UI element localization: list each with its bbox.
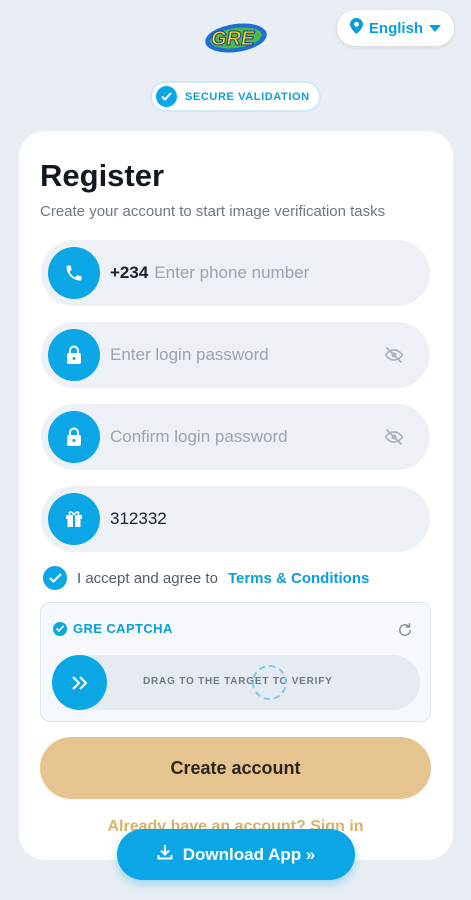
download-icon [157,844,173,865]
lock-icon [48,329,100,381]
phone-field[interactable]: +234 Enter phone number [41,240,430,306]
download-label: Download App » [182,844,316,864]
location-pin-icon [349,18,363,38]
secure-validation-badge: SECURE VALIDATION [150,81,321,112]
confirm-password-field[interactable]: Confirm login password [41,404,430,470]
password-placeholder: Enter login password [110,345,269,364]
drag-target [252,665,287,700]
confirm-password-placeholder: Confirm login password [110,427,288,446]
eye-off-icon[interactable] [384,427,404,447]
terms-checkbox[interactable] [43,566,67,590]
language-label: English [368,19,424,37]
terms-link[interactable]: Terms & Conditions [228,570,369,587]
gift-icon [48,493,100,545]
eye-off-icon[interactable] [384,345,404,365]
double-chevron-right-icon [71,675,87,690]
captcha-title: GRE CAPTCHA [73,621,173,636]
phone-placeholder: Enter phone number [154,263,310,282]
page-title: Register [40,158,165,193]
country-code[interactable]: +234 [110,263,148,282]
download-app-button[interactable]: Download App » [117,829,355,880]
captcha-panel: GRE CAPTCHA DRAG TO THE TARGET TO VERIFY [40,602,431,722]
password-field[interactable]: Enter login password [41,322,430,388]
caret-down-icon [429,20,442,37]
create-account-button[interactable]: Create account [40,737,431,799]
page-subtitle: Create your account to start image verif… [40,203,386,220]
language-selector[interactable]: English [337,10,454,46]
logo-wordmark: GRE [211,28,255,50]
check-circle-icon [156,86,177,107]
lock-icon [48,411,100,463]
terms-prefix: I accept and agree to [77,569,218,587]
terms-row: I accept and agree to Terms & Conditions [43,566,369,590]
slider-handle[interactable] [52,655,107,710]
check-circle-icon [53,621,67,636]
invite-code-field[interactable]: 312332 [41,486,430,552]
brand-logo: GRE [203,18,269,56]
invite-code-value: 312332 [110,509,167,528]
badge-label: SECURE VALIDATION [185,90,310,103]
captcha-instruction: DRAG TO THE TARGET TO VERIFY [143,676,333,687]
captcha-slider-track: DRAG TO THE TARGET TO VERIFY [52,655,420,710]
captcha-header: GRE CAPTCHA [53,621,173,636]
phone-icon [48,247,100,299]
refresh-icon[interactable] [396,621,414,639]
